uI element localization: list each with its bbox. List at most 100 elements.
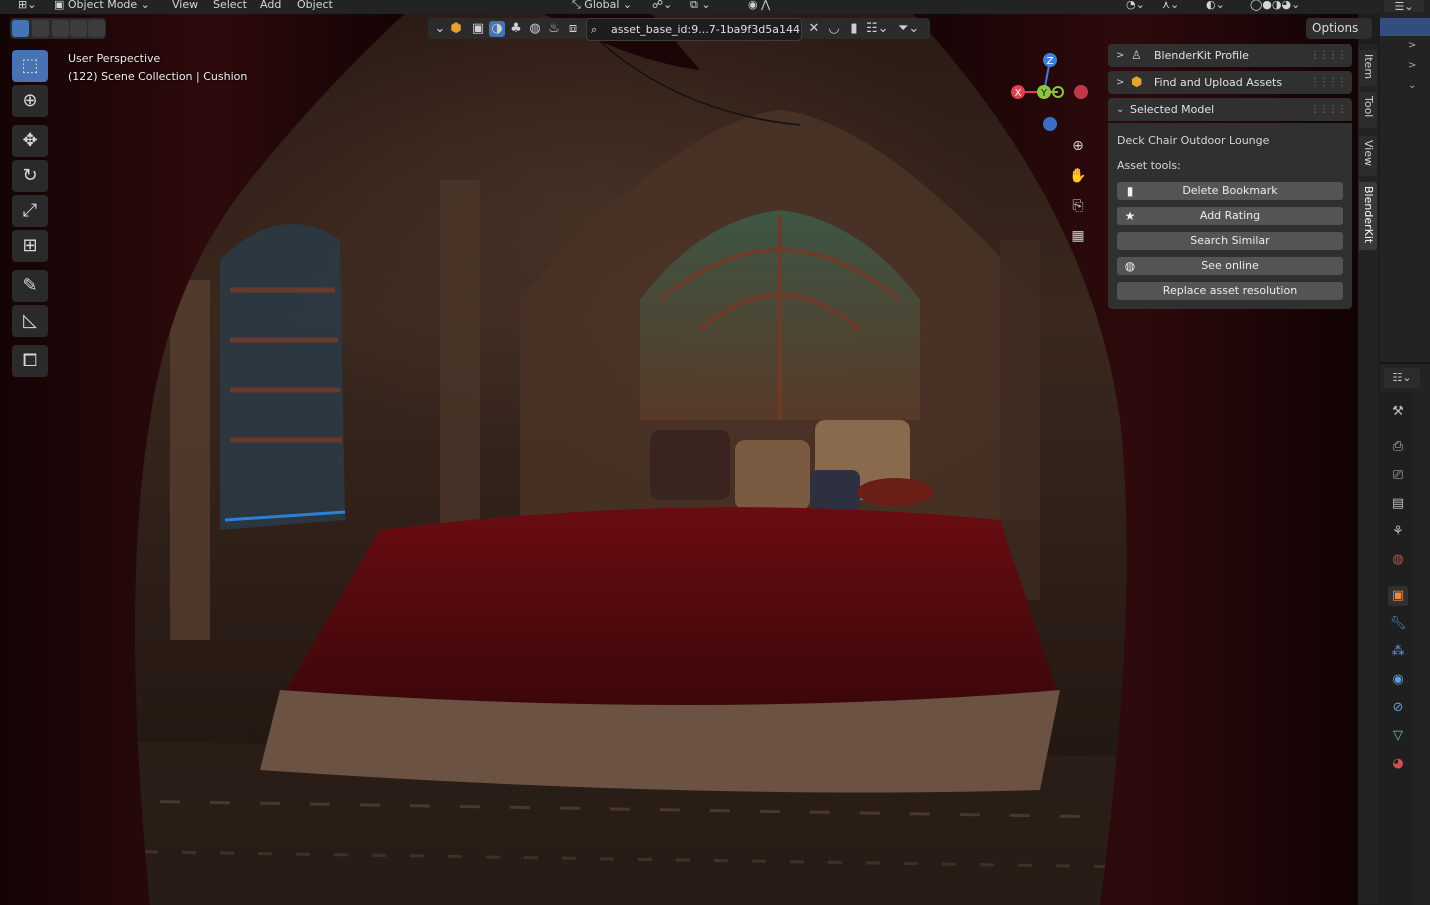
camera-view-icon[interactable]: ⎘: [1066, 194, 1090, 218]
measure-tool-icon[interactable]: ◺: [12, 305, 48, 337]
chevron-right-icon: >: [1116, 77, 1125, 88]
select-invert-icon[interactable]: [70, 20, 87, 37]
scene-icon[interactable]: ⚘: [1388, 522, 1408, 542]
physics-icon[interactable]: ◉: [1388, 670, 1408, 690]
replace-resolution-label: Replace asset resolution: [1162, 284, 1298, 297]
gizmo-y-label: Y: [1040, 88, 1048, 99]
menu-select[interactable]: Select: [213, 0, 247, 11]
tool-settings-icon[interactable]: ⚒: [1388, 402, 1408, 422]
model-name: Deck Chair Outdoor Lounge: [1117, 134, 1270, 147]
perspective-toggle-icon[interactable]: ▦: [1066, 224, 1090, 248]
select-extend-icon[interactable]: [32, 20, 49, 37]
xray-icon[interactable]: ◐⌄: [1206, 0, 1225, 11]
outliner-collapse-icon[interactable]: ⌄: [1408, 80, 1416, 91]
gizmo-toggle-icon[interactable]: ⋏⌄: [1162, 0, 1179, 11]
modifier-wrench-icon[interactable]: 🔧︎: [1388, 614, 1408, 634]
delete-bookmark-label: Delete Bookmark: [1182, 184, 1278, 197]
view-layer-icon[interactable]: ▤: [1388, 494, 1408, 514]
output-icon[interactable]: ⎚: [1388, 466, 1408, 486]
see-online-button[interactable]: ◍ See online: [1117, 257, 1343, 275]
asset-scene-icon[interactable]: ♣: [508, 21, 524, 37]
constraints-icon[interactable]: ⊘: [1388, 698, 1408, 718]
add-cube-tool-icon[interactable]: ⧠: [12, 345, 48, 377]
rotate-tool-icon[interactable]: ↻: [12, 160, 48, 192]
menu-view[interactable]: View: [172, 0, 198, 11]
select-new-icon[interactable]: [12, 20, 29, 37]
asset-brush-icon[interactable]: ♨: [546, 21, 562, 37]
world-icon[interactable]: ◍: [1388, 550, 1408, 570]
asset-nodegroup-icon[interactable]: ⧈: [565, 21, 581, 37]
chevron-right-icon: >: [1116, 50, 1125, 61]
gizmo-neg-x[interactable]: [1074, 85, 1088, 99]
tab-tool[interactable]: Tool: [1359, 92, 1377, 128]
star-icon: ★: [1124, 209, 1136, 223]
panel-blenderkit-profile[interactable]: > ♙ BlenderKit Profile ⋮⋮⋮⋮: [1108, 44, 1352, 67]
gizmo-x-label: X: [1015, 88, 1022, 99]
asset-search-input[interactable]: ⌕ asset_base_id:9...7-1ba9f3d5a144: [586, 18, 802, 41]
material-icon[interactable]: ◕: [1388, 754, 1408, 774]
add-rating-button[interactable]: ★ Add Rating: [1117, 207, 1343, 225]
outliner-scene-row[interactable]: [1380, 18, 1430, 36]
render-icon[interactable]: ⎙: [1388, 437, 1408, 457]
select-box-tool-icon[interactable]: ⬚: [12, 50, 48, 82]
panel-find-title: Find and Upload Assets: [1154, 76, 1283, 89]
outliner-editor-icon[interactable]: ☰⌄: [1384, 0, 1424, 13]
asset-model-icon[interactable]: ▣: [470, 21, 486, 37]
blenderkit-logo-icon[interactable]: ⬢: [448, 21, 464, 37]
panel-selected-title: Selected Model: [1130, 103, 1215, 116]
editor-type-icon[interactable]: ⊞⌄: [18, 0, 36, 11]
asset-material-icon[interactable]: ◑: [489, 21, 505, 37]
panel-profile-title: BlenderKit Profile: [1154, 49, 1249, 62]
cursor-tool-icon[interactable]: ⊕: [12, 85, 48, 117]
orientation-dropdown[interactable]: ⤡ Global ⌄: [572, 0, 632, 12]
asset-hdr-icon[interactable]: ◍: [527, 21, 543, 37]
snap-icon[interactable]: ⧉ ⌄: [690, 0, 711, 12]
search-similar-button[interactable]: Search Similar: [1117, 232, 1343, 250]
select-subtract-icon[interactable]: [52, 20, 69, 37]
tab-blenderkit[interactable]: BlenderKit: [1359, 182, 1377, 250]
pan-hand-icon[interactable]: ✋: [1066, 164, 1090, 188]
navigation-gizmo[interactable]: Z X Y: [1006, 50, 1096, 140]
overlay-icon[interactable]: ◔⌄: [1126, 0, 1145, 11]
chevron-down-icon[interactable]: ⌄: [432, 21, 448, 37]
zoom-icon[interactable]: ⊕: [1066, 134, 1090, 158]
drag-grip-icon[interactable]: ⋮⋮⋮⋮: [1310, 71, 1347, 94]
drag-grip-icon[interactable]: ⋮⋮⋮⋮: [1310, 98, 1347, 121]
select-intersect-icon[interactable]: [88, 20, 105, 37]
data-icon[interactable]: ▽: [1388, 726, 1408, 746]
clear-search-icon[interactable]: ✕: [806, 21, 822, 37]
outliner-expand-icon[interactable]: >: [1408, 60, 1416, 71]
shading-solid-icon[interactable]: ◯●◑◕⌄: [1250, 0, 1300, 11]
pivot-icon[interactable]: ☍⌄: [652, 0, 672, 11]
mode-dropdown[interactable]: ▣ Object Mode ⌄: [54, 0, 150, 11]
tab-blenderkit-label: BlenderKit: [1362, 186, 1375, 244]
drag-grip-icon[interactable]: ⋮⋮⋮⋮: [1310, 44, 1347, 67]
scale-tool-icon[interactable]: ⤢: [12, 195, 48, 227]
menu-object[interactable]: Object: [297, 0, 333, 11]
proportional-icon[interactable]: ◉ ⋀: [748, 0, 770, 11]
outliner-expand-icon[interactable]: >: [1408, 40, 1416, 51]
tab-view[interactable]: View: [1359, 136, 1377, 176]
bookmark-icon[interactable]: ▮: [846, 21, 862, 37]
tab-item-label: Item: [1362, 54, 1375, 80]
object-icon[interactable]: ▣: [1388, 586, 1408, 606]
menu-add[interactable]: Add: [260, 0, 281, 11]
bookmark-icon: ▮: [1126, 184, 1134, 198]
replace-resolution-button[interactable]: Replace asset resolution: [1117, 282, 1343, 300]
mode-label: Object Mode: [67, 0, 138, 11]
panel-find-upload[interactable]: > ⬢ Find and Upload Assets ⋮⋮⋮⋮: [1108, 71, 1352, 94]
annotate-tool-icon[interactable]: ✎: [12, 270, 48, 302]
options-dropdown[interactable]: Options ⌄: [1306, 18, 1372, 56]
filter-icon[interactable]: ⏷⌄: [898, 21, 919, 37]
sort-dropdown-icon[interactable]: ☷⌄: [866, 21, 889, 37]
move-tool-icon[interactable]: ✥: [12, 125, 48, 157]
panel-selected-model[interactable]: ⌄ Selected Model ⋮⋮⋮⋮: [1108, 98, 1352, 121]
tab-item[interactable]: Item: [1359, 50, 1377, 86]
gizmo-neg-z[interactable]: [1043, 117, 1057, 131]
search-similar-label: Search Similar: [1190, 234, 1270, 247]
transform-tool-icon[interactable]: ⊞: [12, 230, 48, 262]
delete-bookmark-button[interactable]: ▮ Delete Bookmark: [1117, 182, 1343, 200]
properties-editor-icon[interactable]: ☷⌄: [1384, 368, 1420, 388]
particles-icon[interactable]: ⁂: [1388, 642, 1408, 662]
history-icon[interactable]: ◡: [826, 21, 842, 37]
